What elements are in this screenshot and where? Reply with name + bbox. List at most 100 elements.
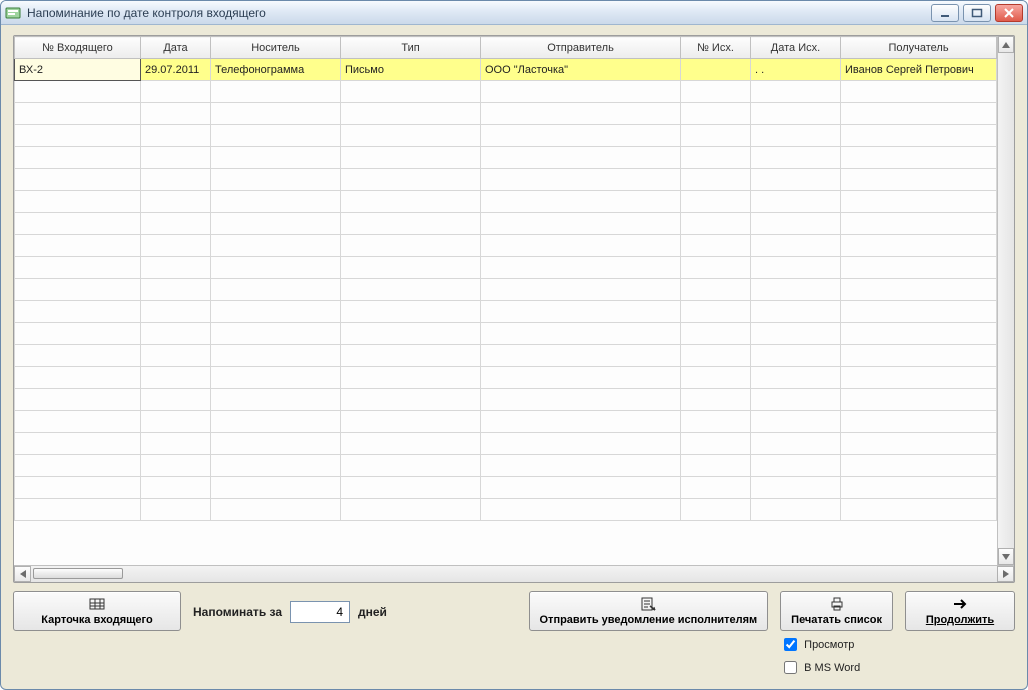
empty-cell[interactable] — [341, 433, 481, 455]
empty-cell[interactable] — [681, 301, 751, 323]
table-row[interactable] — [15, 147, 997, 169]
continue-button[interactable]: Продолжить — [905, 591, 1015, 631]
preview-checkbox[interactable]: Просмотр — [780, 635, 893, 654]
empty-cell[interactable] — [211, 455, 341, 477]
col-header-num[interactable]: № Входящего — [15, 37, 141, 59]
empty-cell[interactable] — [211, 169, 341, 191]
table-row[interactable] — [15, 279, 997, 301]
empty-cell[interactable] — [751, 147, 841, 169]
cell-sender[interactable]: ООО "Ласточка" — [481, 59, 681, 81]
empty-cell[interactable] — [211, 279, 341, 301]
empty-cell[interactable] — [211, 103, 341, 125]
cell-out_date[interactable]: . . — [751, 59, 841, 81]
empty-cell[interactable] — [341, 345, 481, 367]
empty-cell[interactable] — [751, 345, 841, 367]
empty-cell[interactable] — [341, 411, 481, 433]
empty-cell[interactable] — [751, 103, 841, 125]
empty-cell[interactable] — [481, 499, 681, 521]
empty-cell[interactable] — [341, 191, 481, 213]
preview-checkbox-input[interactable] — [784, 638, 797, 651]
empty-cell[interactable] — [341, 477, 481, 499]
empty-cell[interactable] — [841, 191, 997, 213]
empty-cell[interactable] — [481, 191, 681, 213]
empty-cell[interactable] — [481, 455, 681, 477]
maximize-button[interactable] — [963, 4, 991, 22]
table-row[interactable] — [15, 125, 997, 147]
empty-cell[interactable] — [15, 103, 141, 125]
empty-cell[interactable] — [141, 279, 211, 301]
empty-cell[interactable] — [681, 477, 751, 499]
empty-cell[interactable] — [141, 81, 211, 103]
empty-cell[interactable] — [211, 213, 341, 235]
empty-cell[interactable] — [841, 257, 997, 279]
incoming-card-button[interactable]: Карточка входящего — [13, 591, 181, 631]
empty-cell[interactable] — [481, 323, 681, 345]
empty-cell[interactable] — [15, 213, 141, 235]
empty-cell[interactable] — [751, 235, 841, 257]
cell-out_no[interactable] — [681, 59, 751, 81]
empty-cell[interactable] — [211, 235, 341, 257]
cell-date[interactable]: 29.07.2011 — [141, 59, 211, 81]
empty-cell[interactable] — [481, 257, 681, 279]
empty-cell[interactable] — [15, 81, 141, 103]
scroll-left-icon[interactable] — [14, 566, 31, 582]
empty-cell[interactable] — [751, 301, 841, 323]
empty-cell[interactable] — [481, 125, 681, 147]
empty-cell[interactable] — [341, 169, 481, 191]
empty-cell[interactable] — [341, 323, 481, 345]
col-header-date[interactable]: Дата — [141, 37, 211, 59]
empty-cell[interactable] — [141, 345, 211, 367]
empty-cell[interactable] — [211, 323, 341, 345]
empty-cell[interactable] — [481, 477, 681, 499]
empty-cell[interactable] — [841, 147, 997, 169]
empty-cell[interactable] — [481, 433, 681, 455]
empty-cell[interactable] — [341, 499, 481, 521]
empty-cell[interactable] — [341, 147, 481, 169]
vscroll-track[interactable] — [998, 53, 1014, 548]
empty-cell[interactable] — [681, 323, 751, 345]
empty-cell[interactable] — [751, 433, 841, 455]
empty-cell[interactable] — [15, 477, 141, 499]
empty-cell[interactable] — [141, 213, 211, 235]
empty-cell[interactable] — [15, 235, 141, 257]
empty-cell[interactable] — [481, 301, 681, 323]
col-header-carrier[interactable]: Носитель — [211, 37, 341, 59]
table-row[interactable] — [15, 191, 997, 213]
table-row[interactable]: ВХ-229.07.2011ТелефонограммаПисьмоООО "Л… — [15, 59, 997, 81]
empty-cell[interactable] — [15, 257, 141, 279]
empty-cell[interactable] — [751, 257, 841, 279]
scroll-up-icon[interactable] — [998, 36, 1014, 53]
empty-cell[interactable] — [841, 477, 997, 499]
empty-cell[interactable] — [751, 191, 841, 213]
msword-checkbox[interactable]: В MS Word — [780, 658, 893, 677]
empty-cell[interactable] — [211, 389, 341, 411]
remind-days-input[interactable] — [290, 601, 350, 623]
empty-cell[interactable] — [481, 345, 681, 367]
empty-cell[interactable] — [211, 147, 341, 169]
empty-cell[interactable] — [681, 367, 751, 389]
empty-cell[interactable] — [341, 389, 481, 411]
empty-cell[interactable] — [141, 235, 211, 257]
empty-cell[interactable] — [841, 235, 997, 257]
empty-cell[interactable] — [141, 125, 211, 147]
empty-cell[interactable] — [141, 411, 211, 433]
empty-cell[interactable] — [15, 125, 141, 147]
table-row[interactable] — [15, 169, 997, 191]
empty-cell[interactable] — [15, 147, 141, 169]
empty-cell[interactable] — [751, 169, 841, 191]
table-row[interactable] — [15, 301, 997, 323]
empty-cell[interactable] — [751, 279, 841, 301]
table-row[interactable] — [15, 433, 997, 455]
empty-cell[interactable] — [141, 367, 211, 389]
empty-cell[interactable] — [341, 103, 481, 125]
empty-cell[interactable] — [481, 235, 681, 257]
empty-cell[interactable] — [751, 477, 841, 499]
table-row[interactable] — [15, 477, 997, 499]
empty-cell[interactable] — [341, 235, 481, 257]
empty-cell[interactable] — [841, 411, 997, 433]
empty-cell[interactable] — [481, 169, 681, 191]
table-row[interactable] — [15, 411, 997, 433]
empty-cell[interactable] — [841, 499, 997, 521]
empty-cell[interactable] — [751, 213, 841, 235]
empty-cell[interactable] — [681, 279, 751, 301]
